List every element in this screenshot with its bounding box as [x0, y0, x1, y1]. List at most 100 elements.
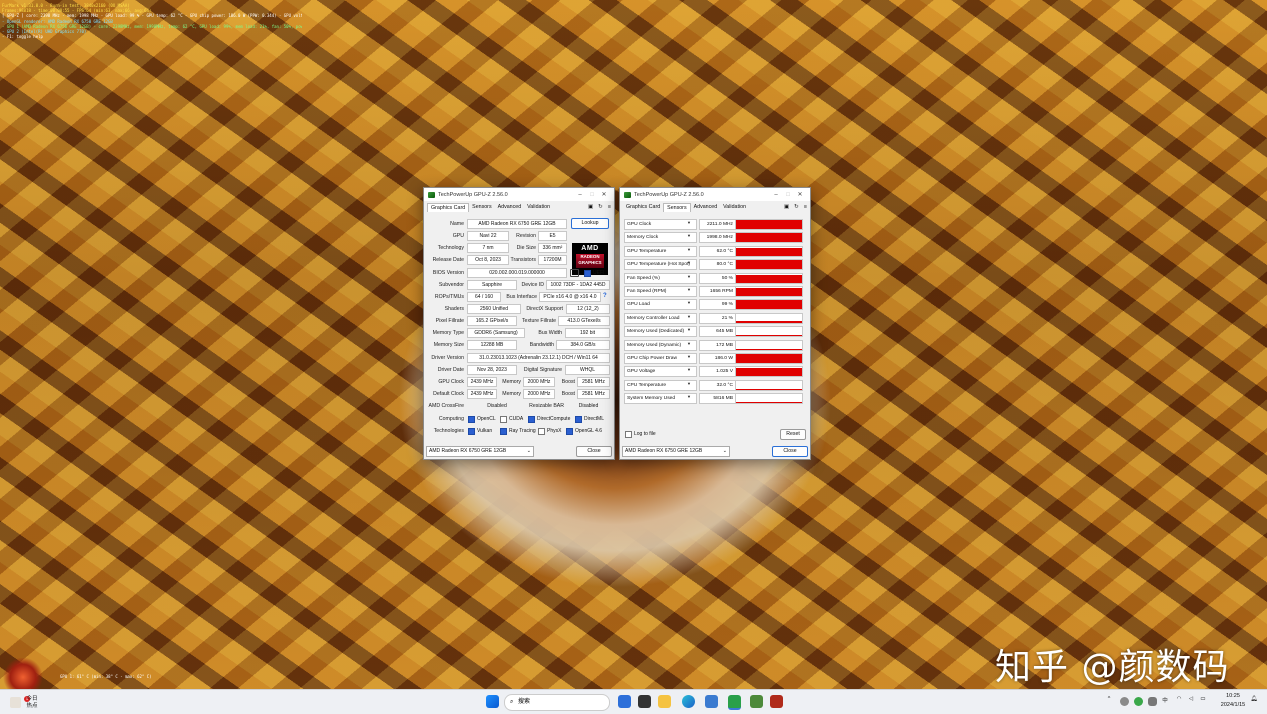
- sensor-value: 1998.0 MHz: [699, 232, 736, 244]
- app-icon[interactable]: [750, 695, 763, 708]
- die-size-value: 336 mm²: [538, 243, 567, 253]
- resizable-bar-value: Disabled: [578, 403, 599, 409]
- sensor-graph: [735, 245, 803, 257]
- gpu-memory-value: 2000 MHz: [523, 377, 555, 387]
- dropdown-arrow-icon[interactable]: ▼: [687, 327, 691, 332]
- security-tray-icon[interactable]: [1134, 697, 1143, 706]
- tab-validation[interactable]: Validation: [720, 203, 749, 211]
- dropdown-arrow-icon[interactable]: ▼: [687, 354, 691, 359]
- dropdown-arrow-icon[interactable]: ▼: [687, 220, 691, 225]
- gpu-select[interactable]: AMD Radeon RX 6750 GRE 12GB ⌄: [622, 446, 730, 457]
- tab-validation[interactable]: Validation: [524, 203, 553, 211]
- battery-icon[interactable]: ▭: [1198, 696, 1208, 702]
- camera-icon[interactable]: ▣: [588, 204, 593, 210]
- default-boost-value: 2581 MHz: [577, 389, 610, 399]
- gpuz-taskbar-icon[interactable]: [728, 695, 741, 710]
- close-icon[interactable]: ✕: [598, 191, 610, 198]
- clock-date[interactable]: 2024/1/15: [1218, 702, 1248, 708]
- maximize-icon[interactable]: □: [782, 192, 794, 198]
- cuda-checkbox: CUDA: [500, 414, 523, 424]
- windows-start-icon[interactable]: [486, 695, 499, 708]
- dropdown-arrow-icon[interactable]: ▼: [687, 260, 691, 265]
- file-explorer-icon[interactable]: [658, 695, 671, 708]
- row-technology: Technology 7 nm Die Size 336 mm²: [424, 243, 610, 253]
- log-to-file-checkbox[interactable]: Log to file: [625, 429, 656, 439]
- physx-label: PhysX: [547, 428, 562, 434]
- ime-indicator[interactable]: 中: [1160, 696, 1170, 704]
- reset-button[interactable]: Reset: [780, 429, 806, 440]
- chevron-down-icon: ⌄: [526, 448, 531, 454]
- search-box[interactable]: ⌕ 搜索: [504, 694, 610, 711]
- uefi-label: UEFI: [593, 270, 605, 276]
- edge-browser-icon[interactable]: [682, 695, 695, 708]
- wifi-icon[interactable]: ◠: [1174, 696, 1184, 702]
- speaker-icon[interactable]: ◁: [1186, 696, 1196, 702]
- row-name: Name AMD Radeon RX 6750 GRE 12GB Lookup: [424, 218, 610, 229]
- news-icon: [10, 697, 21, 708]
- tab-advanced[interactable]: Advanced: [691, 203, 721, 211]
- menu-icon[interactable]: ≡: [804, 204, 807, 210]
- app-tray-icon[interactable]: [1148, 697, 1157, 706]
- dropdown-arrow-icon[interactable]: ▼: [687, 274, 691, 279]
- dropdown-arrow-icon[interactable]: ▼: [687, 341, 691, 346]
- row-memory-size: Memory Size 12288 MB Bandwidth 384.0 GB/…: [424, 340, 610, 350]
- dropdown-arrow-icon[interactable]: ▼: [687, 394, 691, 399]
- directcompute-checkbox: DirectCompute: [528, 414, 570, 424]
- lookup-button[interactable]: Lookup: [571, 218, 609, 229]
- sensor-row: GPU Temperature ▼ 62.0 °C: [624, 245, 806, 257]
- dropdown-arrow-icon[interactable]: ▼: [687, 367, 691, 372]
- tab-graphics-card[interactable]: Graphics Card: [427, 202, 470, 212]
- row-technologies: Technologies Vulkan Ray Tracing PhysX Op…: [424, 426, 610, 436]
- close-button[interactable]: Close: [772, 446, 808, 457]
- camera-icon[interactable]: ▣: [784, 204, 789, 210]
- opencl-label: OpenCL: [477, 416, 496, 422]
- widgets-icon[interactable]: [638, 695, 651, 708]
- furmark-overlay: FurMark v1.31.0.0 - Burn-in test, 3840x2…: [2, 3, 302, 39]
- sensor-graph-fill: [736, 288, 802, 296]
- tab-sensors[interactable]: Sensors: [663, 202, 691, 212]
- row-fillrate: Pixel Fillrate 165.2 GPixel/s Texture Fi…: [424, 316, 610, 326]
- dropdown-arrow-icon[interactable]: ▼: [687, 314, 691, 319]
- tab-sensors[interactable]: Sensors: [469, 203, 494, 211]
- maximize-icon[interactable]: □: [586, 192, 598, 198]
- bus-interface-value: PCIe x16 4.0 @ x16 4.0: [539, 292, 601, 302]
- furmark-taskbar-icon[interactable]: [770, 695, 783, 708]
- clock-time[interactable]: 10:25: [1218, 693, 1248, 699]
- notification-bell-icon[interactable]: 🔔︎: [1249, 696, 1259, 702]
- network-tray-icon[interactable]: [1120, 697, 1129, 706]
- share-icon[interactable]: [570, 269, 579, 277]
- refresh-icon[interactable]: ↻: [794, 204, 799, 210]
- title-bar[interactable]: TechPowerUp GPU-Z 2.56.0 – □ ✕: [424, 188, 614, 201]
- window-title: TechPowerUp GPU-Z 2.56.0: [438, 191, 508, 198]
- device-id-value: 1002 73DF - 1DA2 445D: [546, 280, 610, 290]
- dropdown-arrow-icon[interactable]: ▼: [687, 300, 691, 305]
- furmark-logo: [2, 658, 44, 690]
- row-crossfire: AMD CrossFire Disabled Resizable BAR Dis…: [424, 401, 610, 411]
- chevron-up-icon[interactable]: ^: [1105, 696, 1113, 702]
- dropdown-arrow-icon[interactable]: ▼: [687, 247, 691, 252]
- close-icon[interactable]: ✕: [794, 191, 806, 198]
- sensor-value: 1.025 V: [699, 366, 736, 378]
- vulkan-label: Vulkan: [477, 428, 493, 434]
- sensor-row: Memory Used (Dedicated) ▼ 645 MB: [624, 326, 806, 338]
- minimize-icon[interactable]: –: [574, 192, 586, 198]
- task-view-icon[interactable]: [618, 695, 631, 708]
- tab-bar: Graphics Card Sensors Advanced Validatio…: [620, 201, 810, 213]
- gpuz-sensors-window: TechPowerUp GPU-Z 2.56.0 – □ ✕ Graphics …: [619, 187, 811, 460]
- tab-advanced[interactable]: Advanced: [495, 203, 525, 211]
- dropdown-arrow-icon[interactable]: ▼: [687, 287, 691, 292]
- memory-type-value: GDDR6 (Samsung): [467, 328, 525, 338]
- refresh-icon[interactable]: ↻: [598, 204, 603, 210]
- close-button[interactable]: Close: [576, 446, 612, 457]
- news-line2: 热点: [26, 703, 38, 709]
- gpu-select[interactable]: AMD Radeon RX 6750 GRE 12GB ⌄: [426, 446, 534, 457]
- help-icon[interactable]: ?: [603, 293, 607, 299]
- dropdown-arrow-icon[interactable]: ▼: [687, 233, 691, 238]
- menu-icon[interactable]: ≡: [608, 204, 611, 210]
- minimize-icon[interactable]: –: [770, 192, 782, 198]
- title-bar[interactable]: TechPowerUp GPU-Z 2.56.0 – □ ✕: [620, 188, 810, 201]
- tab-graphics-card[interactable]: Graphics Card: [623, 203, 663, 211]
- bus-width-value: 192 bit: [565, 328, 610, 338]
- store-icon[interactable]: [705, 695, 718, 708]
- dropdown-arrow-icon[interactable]: ▼: [687, 381, 691, 386]
